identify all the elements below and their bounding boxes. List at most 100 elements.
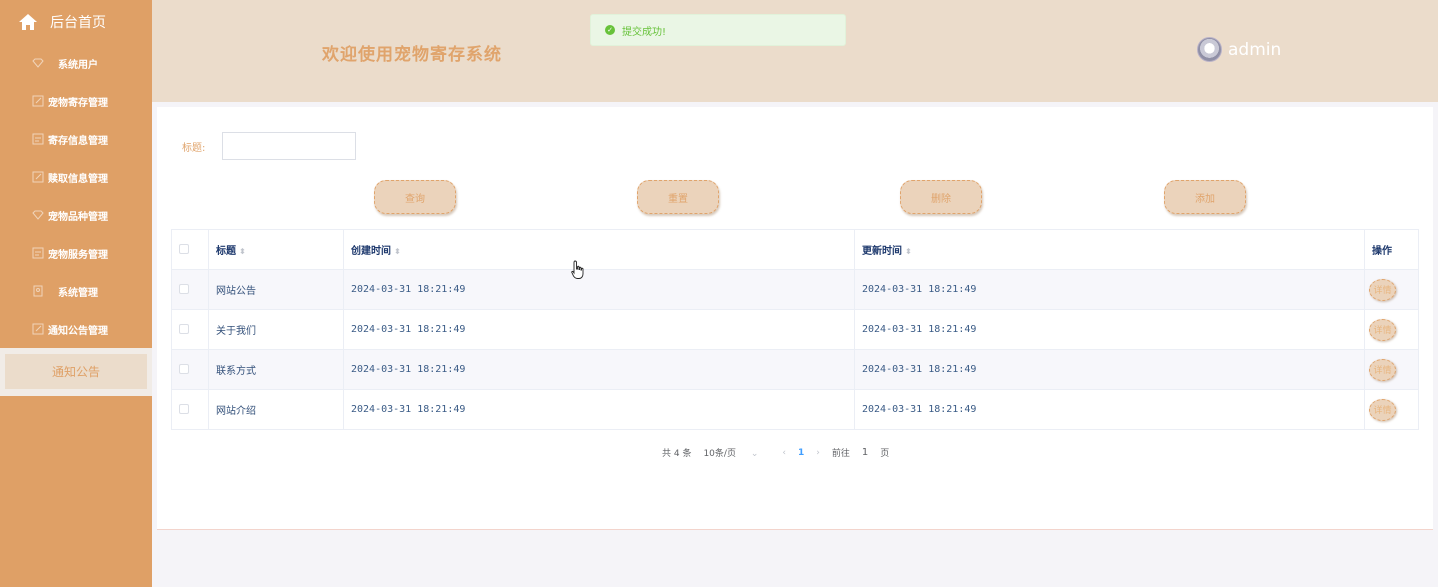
sidebar-item-pet-services[interactable]: 宠物服务管理 — [0, 234, 152, 272]
table-row: 联系方式 2024-03-31 18:21:49 2024-03-31 18:2… — [171, 349, 1419, 390]
pagination-total: 共 4 条 — [662, 449, 692, 459]
cell-actions: 详情 — [1364, 389, 1419, 430]
chevron-down-icon: ⌄ — [750, 449, 759, 459]
sort-icon[interactable]: ⬍ — [394, 247, 401, 256]
row-checkbox[interactable] — [179, 324, 189, 334]
cell-actions: 详情 — [1364, 269, 1419, 310]
cell-updated: 2024-03-31 18:21:49 — [854, 309, 1365, 350]
row-select-cell — [171, 269, 209, 310]
column-header-actions: 操作 — [1364, 229, 1419, 270]
table-row: 网站介绍 2024-03-31 18:21:49 2024-03-31 18:2… — [171, 389, 1419, 430]
sidebar-item-system-users[interactable]: 系统用户 — [0, 44, 152, 82]
search-label: 标题: — [182, 143, 206, 154]
sidebar-item-label: 系统用户 — [58, 59, 98, 71]
sidebar-item-redeem-info[interactable]: 赎取信息管理 — [0, 158, 152, 196]
hand-cursor-icon — [571, 260, 584, 279]
avatar[interactable] — [1197, 37, 1222, 62]
prev-page-icon[interactable]: ‹ — [782, 448, 786, 458]
cell-created: 2024-03-31 18:21:49 — [343, 269, 855, 310]
success-toast: ✓ 提交成功! — [590, 14, 846, 46]
cell-updated: 2024-03-31 18:21:49 — [854, 269, 1365, 310]
message-icon — [31, 247, 44, 260]
diamond-icon — [31, 209, 44, 222]
message-icon — [31, 133, 44, 146]
column-header-title[interactable]: 标题 ⬍ — [208, 229, 344, 270]
diamond-icon — [31, 57, 44, 70]
query-button[interactable]: 查询 — [374, 180, 456, 214]
sidebar-item-label: 赎取信息管理 — [48, 173, 108, 185]
sort-icon[interactable]: ⬍ — [905, 247, 912, 256]
sidebar-item-storage-info[interactable]: 寄存信息管理 — [0, 120, 152, 158]
cell-title: 联系方式 — [208, 349, 344, 390]
cell-title: 关于我们 — [208, 309, 344, 350]
toast-message: 提交成功! — [622, 26, 667, 38]
reset-button[interactable]: 重置 — [637, 180, 719, 214]
sidebar-item-label: 寄存信息管理 — [48, 135, 108, 147]
sidebar-item-pet-breeds[interactable]: 宠物品种管理 — [0, 196, 152, 234]
page-suffix: 页 — [880, 449, 890, 459]
column-label: 创建时间 — [351, 246, 391, 257]
detail-button[interactable]: 详情 — [1369, 278, 1396, 301]
cell-created: 2024-03-31 18:21:49 — [343, 389, 855, 430]
home-icon — [19, 14, 37, 30]
sidebar-home-label: 后台首页 — [50, 15, 106, 31]
row-checkbox[interactable] — [179, 364, 189, 374]
cell-created: 2024-03-31 18:21:49 — [343, 309, 855, 350]
user-name[interactable]: admin — [1228, 40, 1281, 60]
table-header-row: 标题 ⬍ 创建时间 ⬍ 更新时间 ⬍ 操作 — [171, 229, 1419, 270]
cell-actions: 详情 — [1364, 309, 1419, 350]
cell-title: 网站公告 — [208, 269, 344, 310]
table-row: 关于我们 2024-03-31 18:21:49 2024-03-31 18:2… — [171, 309, 1419, 350]
goto-page-input[interactable]: 1 — [862, 447, 868, 458]
column-header-updated[interactable]: 更新时间 ⬍ — [854, 229, 1365, 270]
sidebar-item-label: 宠物寄存管理 — [48, 97, 108, 109]
success-check-icon: ✓ — [605, 25, 615, 35]
content-card: 标题: 查询 重置 删除 添加 标题 ⬍ 创建时间 ⬍ 更新时间 ⬍ 操作 网站公告 … — [157, 107, 1433, 530]
cell-title: 网站介绍 — [208, 389, 344, 430]
select-all-checkbox[interactable] — [179, 244, 189, 254]
page-size-select[interactable]: 10条/页 ⌄ — [703, 446, 770, 459]
cell-updated: 2024-03-31 18:21:49 — [854, 349, 1365, 390]
delete-button[interactable]: 删除 — [900, 180, 982, 214]
detail-button[interactable]: 详情 — [1369, 398, 1396, 421]
column-header-created[interactable]: 创建时间 ⬍ — [343, 229, 855, 270]
edit-icon — [31, 171, 44, 184]
row-select-cell — [171, 309, 209, 350]
sort-icon[interactable]: ⬍ — [239, 247, 246, 256]
next-page-icon[interactable]: › — [816, 448, 820, 458]
sidebar-subitem-notices[interactable]: 通知公告 — [5, 354, 147, 389]
notice-table: 标题 ⬍ 创建时间 ⬍ 更新时间 ⬍ 操作 网站公告 2024-03-31 18:21… — [171, 229, 1419, 430]
cell-updated: 2024-03-31 18:21:49 — [854, 389, 1365, 430]
header-title: 欢迎使用宠物寄存系统 — [322, 45, 502, 65]
detail-button[interactable]: 详情 — [1369, 358, 1396, 381]
sidebar-item-label: 通知公告管理 — [48, 325, 108, 337]
sidebar-item-system-management[interactable]: 系统管理 — [0, 272, 152, 310]
page-number-current[interactable]: 1 — [798, 448, 804, 458]
page-size-value: 10条/页 — [703, 449, 736, 459]
table-row: 网站公告 2024-03-31 18:21:49 2024-03-31 18:2… — [171, 269, 1419, 310]
sidebar: 后台首页 系统用户 宠物寄存管理 寄存信息管理 赎取信息管理 宠物品种管理 宠物… — [0, 0, 152, 587]
add-button[interactable]: 添加 — [1164, 180, 1246, 214]
sidebar-item-notice-management[interactable]: 通知公告管理 — [0, 310, 152, 348]
document-icon — [31, 285, 44, 298]
row-select-cell — [171, 389, 209, 430]
sidebar-home[interactable]: 后台首页 — [0, 0, 152, 44]
column-label: 标题 — [216, 246, 236, 257]
sidebar-item-pet-storage[interactable]: 宠物寄存管理 — [0, 82, 152, 120]
app-root: 后台首页 系统用户 宠物寄存管理 寄存信息管理 赎取信息管理 宠物品种管理 宠物… — [0, 0, 1438, 587]
title-search-input[interactable] — [222, 132, 356, 160]
row-select-cell — [171, 349, 209, 390]
row-checkbox[interactable] — [179, 284, 189, 294]
cell-actions: 详情 — [1364, 349, 1419, 390]
edit-icon — [31, 95, 44, 108]
sidebar-item-label: 宠物品种管理 — [48, 211, 108, 223]
goto-label: 前往 — [831, 449, 850, 459]
select-all-cell — [171, 229, 209, 270]
row-checkbox[interactable] — [179, 404, 189, 414]
sidebar-submenu: 通知公告 — [0, 348, 152, 396]
edit-icon — [31, 323, 44, 336]
detail-button[interactable]: 详情 — [1369, 318, 1396, 341]
pagination: 共 4 条 10条/页 ⌄ ‹ 1 › 前往 1 页 — [662, 446, 901, 459]
cell-created: 2024-03-31 18:21:49 — [343, 349, 855, 390]
sidebar-item-label: 宠物服务管理 — [48, 249, 108, 261]
